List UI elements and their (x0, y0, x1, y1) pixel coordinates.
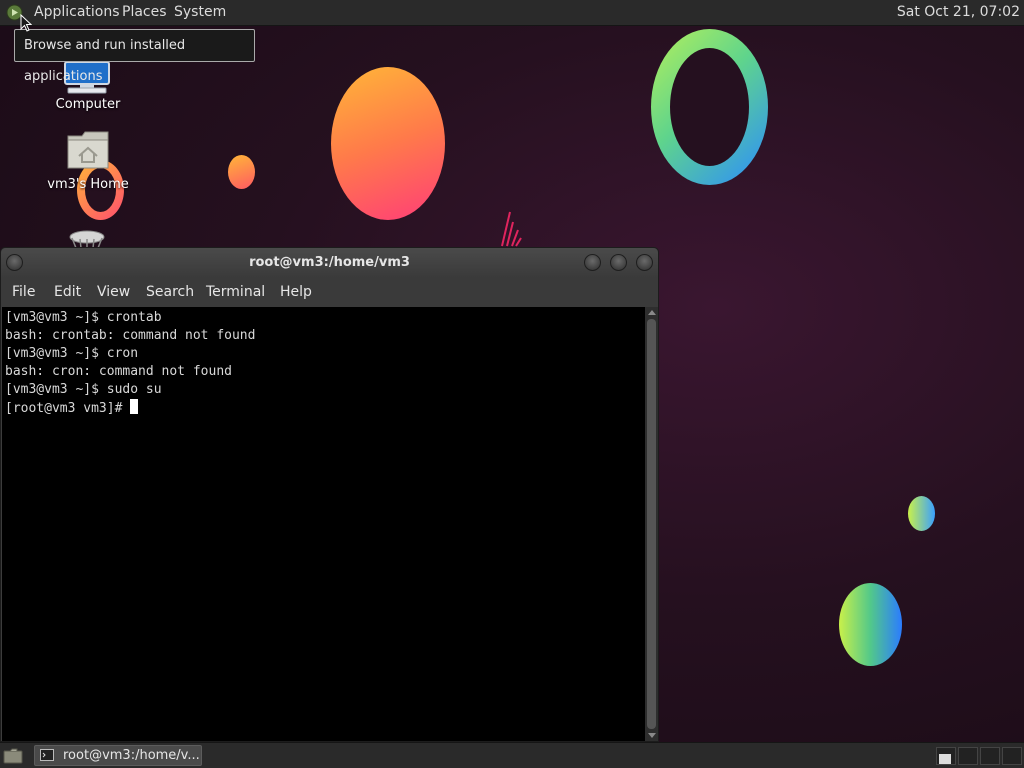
menu-edit[interactable]: Edit (54, 278, 81, 307)
terminal-titlebar[interactable]: root@vm3:/home/vm3 (1, 248, 658, 278)
menu-help[interactable]: Help (280, 278, 312, 307)
home-label[interactable]: vm3's Home (38, 177, 138, 192)
menu-applications[interactable]: Applications (30, 0, 124, 25)
wallpaper-circle (331, 67, 445, 220)
menu-system[interactable]: System (170, 0, 230, 25)
terminal-prompt-line[interactable]: [root@vm3 vm3]# (5, 399, 645, 417)
computer-label[interactable]: Computer (38, 97, 138, 112)
menu-view[interactable]: View (97, 278, 130, 307)
show-desktop-icon[interactable] (3, 748, 23, 764)
workspace-1[interactable] (936, 747, 956, 765)
terminal-prompt: [root@vm3 vm3]# (5, 401, 131, 416)
bottom-panel: root@vm3:/home/v... (0, 742, 1024, 768)
wallpaper-streak (501, 211, 522, 247)
mouse-pointer-icon (20, 14, 32, 32)
minimize-button[interactable] (584, 254, 601, 271)
text-cursor (130, 399, 139, 414)
maximize-button[interactable] (610, 254, 627, 271)
scroll-down-arrow-icon[interactable] (648, 733, 656, 738)
workspace-2[interactable] (958, 747, 978, 765)
home-folder-icon[interactable] (66, 130, 110, 170)
panel-clock[interactable]: Sat Oct 21, 07:02 (897, 0, 1020, 25)
workspace-switcher[interactable] (936, 747, 1022, 765)
wallpaper-circle (908, 496, 935, 531)
taskbar-terminal-item[interactable]: root@vm3:/home/v... (34, 745, 202, 766)
menu-terminal[interactable]: Terminal (206, 278, 265, 307)
wallpaper-circle (839, 583, 902, 666)
menu-search[interactable]: Search (146, 278, 194, 307)
workspace-window-thumbnail (939, 754, 951, 764)
terminal-icon (40, 749, 54, 761)
workspace-4[interactable] (1002, 747, 1022, 765)
terminal-title: root@vm3:/home/vm3 (249, 255, 410, 270)
applications-tooltip: Browse and run installed applications (14, 29, 255, 84)
top-panel: Applications Places System Sat Oct 21, 0… (0, 0, 1024, 26)
terminal-line: [vm3@vm3 ~]$ crontab (5, 310, 162, 325)
workspace-3[interactable] (980, 747, 1000, 765)
menu-file[interactable]: File (12, 278, 35, 307)
wallpaper-circle (228, 155, 255, 189)
trash-icon[interactable] (68, 230, 106, 248)
terminal-window[interactable]: root@vm3:/home/vm3 File Edit View Search… (0, 247, 659, 742)
window-menu-button[interactable] (6, 254, 23, 271)
close-button[interactable] (636, 254, 653, 271)
terminal-line: [vm3@vm3 ~]$ cron (5, 346, 139, 361)
terminal-line: bash: crontab: command not found (5, 328, 256, 343)
taskbar-terminal-label: root@vm3:/home/v... (63, 748, 200, 763)
terminal-output[interactable]: [vm3@vm3 ~]$ crontab bash: crontab: comm… (2, 307, 645, 741)
terminal-scrollbar[interactable] (645, 307, 658, 741)
scroll-up-arrow-icon[interactable] (648, 310, 656, 315)
menu-places[interactable]: Places (118, 0, 171, 25)
terminal-line: bash: cron: command not found (5, 364, 232, 379)
wallpaper-ring (651, 29, 768, 185)
terminal-line: [vm3@vm3 ~]$ sudo su (5, 382, 162, 397)
scrollbar-thumb[interactable] (647, 319, 656, 729)
terminal-menubar: File Edit View Search Terminal Help (1, 278, 658, 307)
